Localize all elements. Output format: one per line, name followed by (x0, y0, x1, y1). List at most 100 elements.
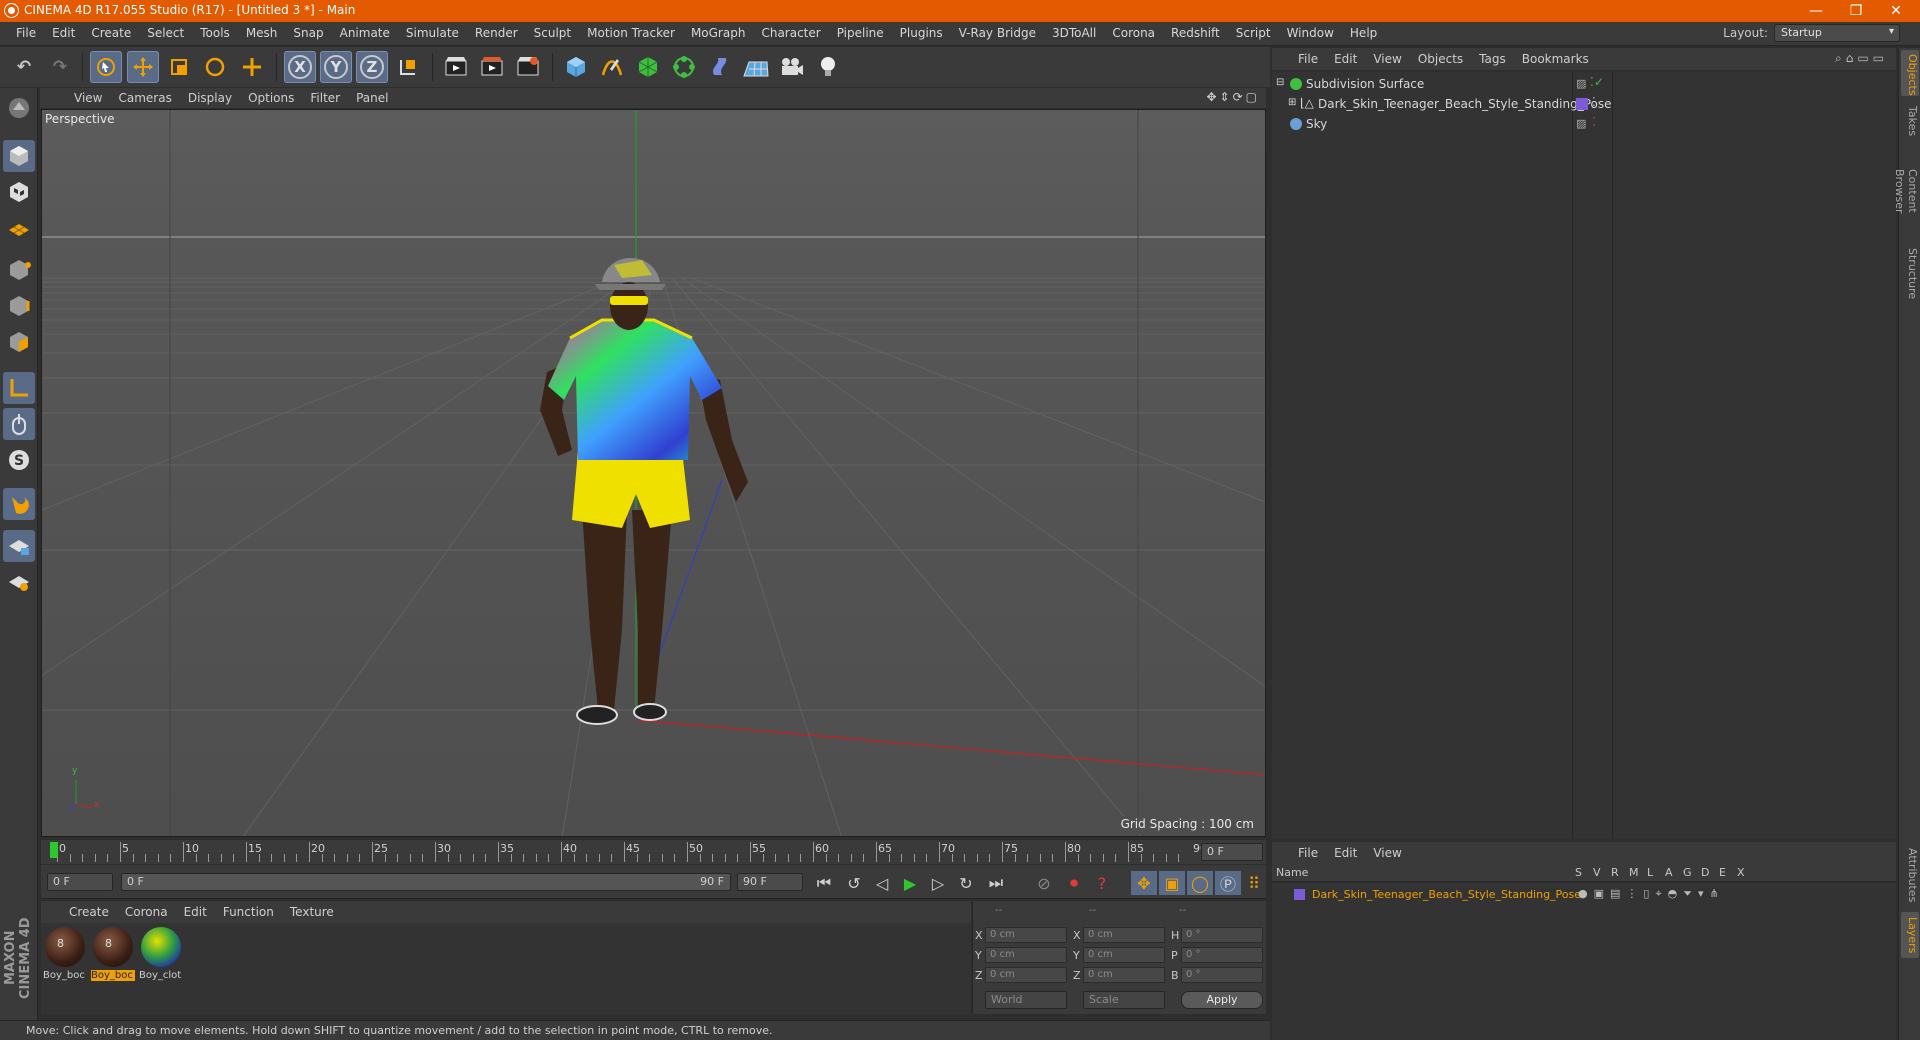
position-x-field[interactable]: 0 cm (985, 927, 1067, 943)
layer-menu-file[interactable]: File (1290, 846, 1326, 860)
layer-col-x[interactable]: X (1737, 866, 1745, 879)
key-position-icon[interactable]: ✥ (1131, 871, 1157, 895)
menu-redshift[interactable]: Redshift (1163, 26, 1228, 40)
tab-attributes[interactable]: Attributes (1901, 842, 1919, 908)
tab-structure[interactable]: Structure (1901, 244, 1919, 302)
menu-character[interactable]: Character (753, 26, 828, 40)
menu-sculpt[interactable]: Sculpt (526, 26, 579, 40)
menu-pipeline[interactable]: Pipeline (829, 26, 892, 40)
menu-plugins[interactable]: Plugins (892, 26, 951, 40)
material-menu-corona[interactable]: Corona (117, 905, 176, 919)
viewport-menu-view[interactable]: View (66, 91, 110, 105)
perspective-viewport[interactable]: Perspective y x Grid Spacing : 100 cm (41, 109, 1266, 837)
enabled-check-icon[interactable]: ⁚✓ (1590, 75, 1604, 89)
menu-tools[interactable]: Tools (192, 26, 238, 40)
menu-render[interactable]: Render (467, 26, 526, 40)
autokey-icon[interactable]: ⏺ (1061, 871, 1087, 895)
layer-col-a[interactable]: A (1665, 866, 1673, 879)
menu-help[interactable]: Help (1342, 26, 1385, 40)
next-key-icon[interactable]: ↻ (953, 871, 979, 895)
live-selection-icon[interactable] (90, 51, 122, 83)
rotate-tool-icon[interactable] (199, 51, 231, 83)
menu-motion-tracker[interactable]: Motion Tracker (579, 26, 683, 40)
layer-col-d[interactable]: D (1701, 866, 1709, 879)
go-to-start-icon[interactable]: ⏮ (811, 871, 837, 895)
enable-axis-icon[interactable] (3, 372, 35, 404)
viewport-menu-filter[interactable]: Filter (302, 91, 348, 105)
timeline-ruler[interactable]: 0 5 10 15 20 25 30 35 40 45 50 55 60 65 70 75 80 85 90 0 F (41, 840, 1266, 864)
tab-objects[interactable]: Objects (1901, 50, 1919, 96)
tab-takes[interactable]: Takes (1901, 102, 1919, 138)
coordinate-mode-select[interactable]: World (985, 991, 1067, 1009)
locked-workplane-icon[interactable] (3, 530, 35, 562)
make-editable-icon[interactable] (3, 92, 35, 124)
object-row-character[interactable]: ⊞ ⌊△ Dark_Skin_Teenager_Beach_Style_Stan… (1272, 94, 1896, 114)
material-swatch[interactable]: 8 Boy_boc (43, 927, 87, 981)
close-button[interactable]: ✕ (1876, 1, 1916, 21)
rotation-p-field[interactable]: 0 ° (1181, 947, 1263, 963)
planar-workplane-icon[interactable] (3, 566, 35, 598)
menu-3dtoall[interactable]: 3DToAll (1044, 26, 1104, 40)
menu-script[interactable]: Script (1228, 26, 1279, 40)
menu-animate[interactable]: Animate (332, 26, 398, 40)
menu-vray-bridge[interactable]: V-Ray Bridge (951, 26, 1044, 40)
cube-primitive-icon[interactable] (560, 51, 592, 83)
object-menu-view[interactable]: View (1365, 52, 1409, 66)
texture-mode-icon[interactable] (3, 176, 35, 208)
workplane-icon[interactable] (3, 212, 35, 244)
tab-content-browser[interactable]: Content Browser (1893, 144, 1919, 238)
object-row-sky[interactable]: Sky ▨ ⁚ (1272, 114, 1896, 134)
visibility-dots-icon[interactable]: ⁚ (1592, 95, 1596, 109)
menu-mesh[interactable]: Mesh (238, 26, 286, 40)
layer-col-s[interactable]: S (1575, 866, 1582, 879)
last-tool-icon[interactable] (236, 51, 268, 83)
size-x-field[interactable]: 0 cm (1083, 927, 1165, 943)
next-frame-icon[interactable]: ▷ (925, 871, 951, 895)
restore-button[interactable]: ❐ (1836, 1, 1876, 21)
key-rotation-icon[interactable]: ◯ (1187, 871, 1213, 895)
rotation-b-field[interactable]: 0 ° (1181, 967, 1263, 983)
object-row-subdivision[interactable]: ⊟ Subdivision Surface ▨ ⁚✓ (1272, 74, 1896, 94)
undo-icon[interactable]: ↶ (8, 51, 40, 83)
material-menu-edit[interactable]: Edit (176, 905, 215, 919)
object-menu-edit[interactable]: Edit (1326, 52, 1365, 66)
start-frame-field[interactable]: 0 F (47, 873, 113, 891)
playhead[interactable] (50, 842, 58, 858)
expand-icon[interactable]: ⊞ (1288, 97, 1296, 108)
menu-corona[interactable]: Corona (1104, 26, 1163, 40)
layer-color-icon[interactable] (1576, 98, 1588, 110)
layer-col-r[interactable]: R (1611, 866, 1619, 879)
record-keys-icon[interactable]: ⊘ (1031, 871, 1057, 895)
array-icon[interactable] (668, 51, 700, 83)
redo-icon[interactable]: ↷ (44, 51, 76, 83)
magnet-icon[interactable] (3, 488, 35, 520)
keyframe-selection-icon[interactable]: ? (1089, 871, 1115, 895)
pen-spline-icon[interactable] (596, 51, 628, 83)
layer-col-e[interactable]: E (1719, 866, 1726, 879)
layer-col-l[interactable]: L (1647, 866, 1653, 879)
viewport-menu-panel[interactable]: Panel (348, 91, 396, 105)
y-axis-lock-icon[interactable]: Y (320, 51, 352, 83)
viewport-menu-display[interactable]: Display (180, 91, 240, 105)
layer-tag-icon[interactable]: ▨ (1576, 77, 1586, 90)
position-z-field[interactable]: 0 cm (985, 967, 1067, 983)
minimize-button[interactable]: — (1796, 1, 1836, 21)
menu-file[interactable]: File (8, 26, 44, 40)
play-icon[interactable]: ▶ (897, 871, 923, 895)
key-pla-icon[interactable]: ⠿ (1241, 871, 1267, 895)
edges-mode-icon[interactable] (3, 290, 35, 322)
coordinate-system-icon[interactable] (392, 51, 424, 83)
viewport-navigation-icons[interactable]: ✥⇕⟳▢ (1206, 90, 1260, 104)
layer-toggle-icons[interactable]: ●▣▤⋮▯⌖◓⏷▾⋔ (1578, 887, 1725, 901)
tweak-mode-icon[interactable] (3, 408, 35, 440)
material-menu-create[interactable]: Create (61, 905, 117, 919)
tab-layers[interactable]: Layers (1901, 912, 1919, 958)
key-parameter-icon[interactable]: Ⓟ (1215, 871, 1241, 895)
viewport-menu-cameras[interactable]: Cameras (110, 91, 179, 105)
points-mode-icon[interactable] (3, 254, 35, 286)
range-slider[interactable]: 0 F 90 F (121, 873, 731, 891)
apply-button[interactable]: Apply (1181, 991, 1263, 1009)
menu-edit[interactable]: Edit (44, 26, 83, 40)
subdivision-surface-icon[interactable] (632, 51, 664, 83)
layer-menu-edit[interactable]: Edit (1326, 846, 1365, 860)
